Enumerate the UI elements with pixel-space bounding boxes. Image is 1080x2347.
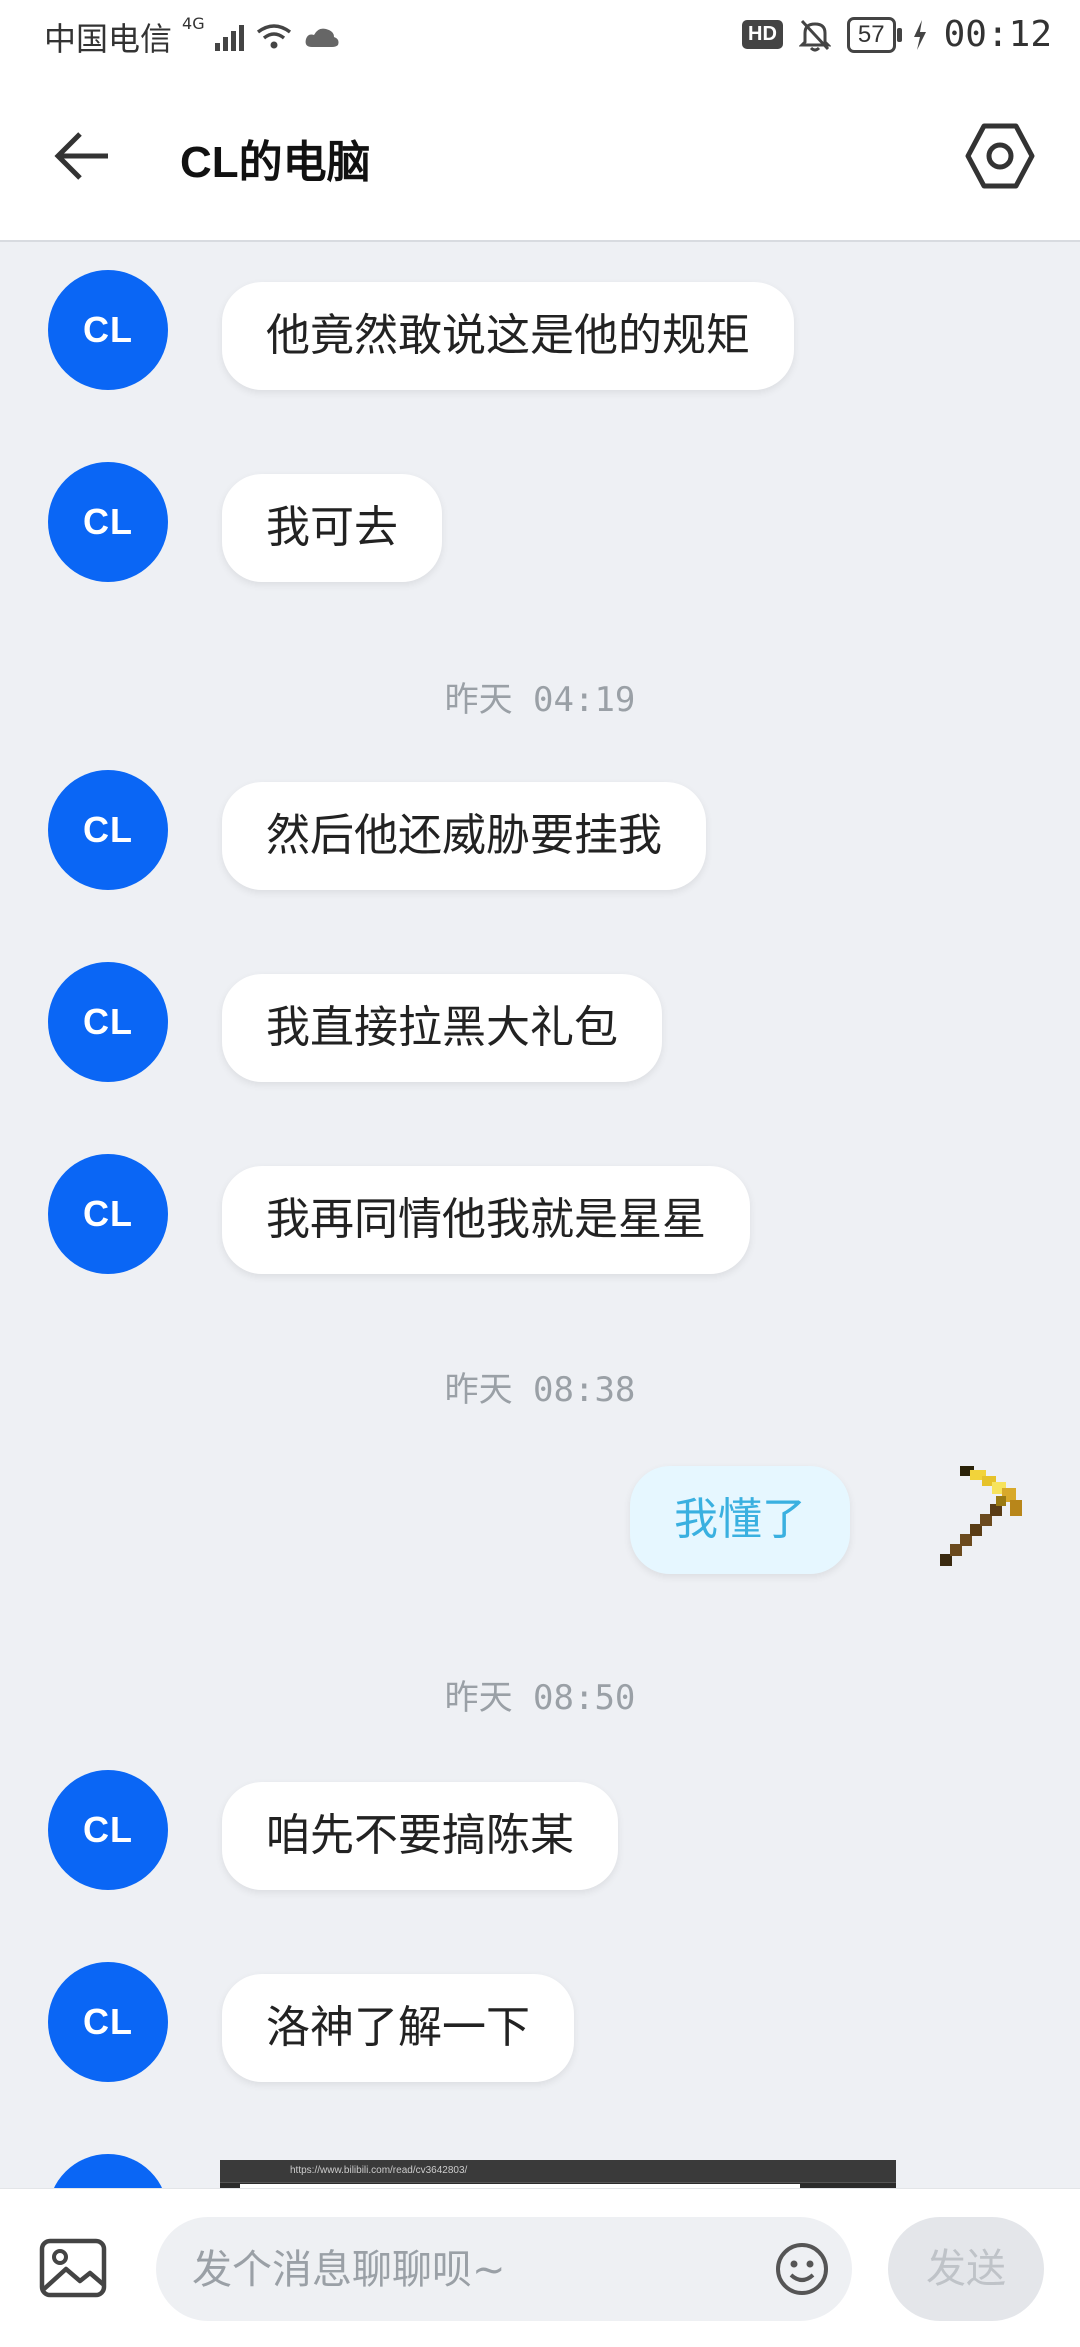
hd-badge: HD bbox=[742, 20, 783, 49]
message-bubble[interactable]: 我直接拉黑大礼包 bbox=[222, 974, 662, 1082]
avatar[interactable]: CL bbox=[48, 962, 168, 1082]
avatar[interactable]: CL bbox=[48, 462, 168, 582]
pickaxe-avatar-icon[interactable] bbox=[930, 1460, 1030, 1570]
message-bubble[interactable]: 我再同情他我就是星星 bbox=[222, 1166, 750, 1274]
message-bubble[interactable]: 洛神了解一下 bbox=[222, 1974, 574, 2082]
mute-bell-icon bbox=[798, 19, 831, 51]
message-input-container[interactable] bbox=[156, 2217, 852, 2323]
emoji-icon[interactable] bbox=[774, 2241, 830, 2297]
message-bubble[interactable]: 我可去 bbox=[222, 474, 442, 582]
message-input[interactable] bbox=[190, 2217, 734, 2323]
message-bubble[interactable]: 咱先不要搞陈某 bbox=[222, 1782, 618, 1890]
timestamp: 昨天 08:38 bbox=[444, 1370, 636, 1410]
avatar[interactable]: CL bbox=[48, 270, 168, 390]
timestamp: 昨天 08:50 bbox=[444, 1678, 636, 1718]
charging-icon bbox=[913, 19, 926, 50]
chat-title: CL的电脑 bbox=[180, 138, 371, 187]
chat-header: CL的电脑 bbox=[0, 80, 1080, 242]
message-bubble[interactable]: 然后他还威胁要挂我 bbox=[222, 782, 706, 890]
status-left: 中国电信 4G bbox=[44, 14, 340, 60]
carrier-label: 中国电信 bbox=[44, 20, 173, 58]
signal-icon bbox=[214, 23, 244, 51]
network-type: 4G bbox=[182, 14, 205, 33]
battery-indicator: 57 bbox=[846, 16, 902, 53]
avatar[interactable]: CL bbox=[48, 1962, 168, 2082]
status-bar: 中国电信 4G HD 57 00:12 bbox=[0, 0, 1080, 80]
back-arrow-icon[interactable] bbox=[52, 124, 116, 188]
input-bar: 发送 bbox=[0, 2188, 1080, 2347]
send-button[interactable]: 发送 bbox=[888, 2217, 1044, 2321]
avatar[interactable]: CL bbox=[48, 1770, 168, 1890]
avatar[interactable]: CL bbox=[48, 770, 168, 890]
message-bubble[interactable]: 他竟然敢说这是他的规矩 bbox=[222, 282, 794, 390]
clock: 00:12 bbox=[943, 14, 1052, 55]
outgoing-message-bubble[interactable]: 我懂了 bbox=[630, 1466, 850, 1574]
image-picker-icon[interactable] bbox=[38, 2237, 108, 2299]
avatar[interactable]: CL bbox=[48, 1154, 168, 1274]
wifi-icon bbox=[256, 24, 291, 49]
settings-icon[interactable] bbox=[964, 120, 1036, 192]
cloud-icon bbox=[305, 28, 339, 47]
timestamp: 昨天 04:19 bbox=[444, 680, 636, 720]
browser-url: https://www.bilibili.com/read/cv3642803/ bbox=[290, 2165, 468, 2176]
status-right: HD 57 00:12 bbox=[742, 14, 1052, 55]
